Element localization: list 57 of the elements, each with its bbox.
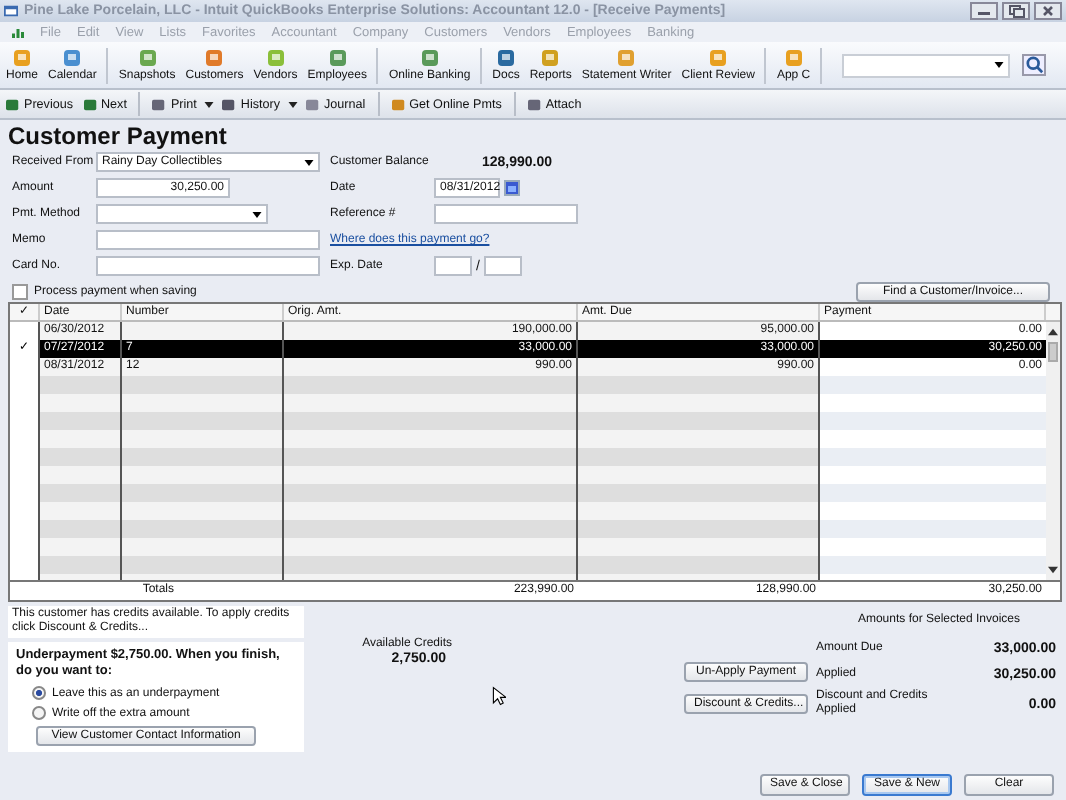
toolbar-icon [265, 48, 286, 68]
scroll-thumb[interactable] [1048, 342, 1058, 362]
table-cell [40, 520, 122, 538]
radio-button[interactable] [32, 686, 46, 700]
dropdown-arrow-icon [994, 62, 1005, 68]
toolbar-icon [391, 97, 406, 111]
minimize-icon[interactable] [970, 2, 998, 20]
toolbar-icon [527, 97, 542, 111]
scrollbar[interactable] [1046, 322, 1060, 580]
radio-button[interactable] [32, 706, 46, 720]
toolbar-icon [496, 48, 516, 68]
table-cell [40, 448, 122, 466]
toolbar-icon [616, 48, 637, 68]
checkbox[interactable] [12, 284, 28, 300]
close-icon[interactable] [1034, 2, 1062, 20]
form-heading: Customer Payment [8, 124, 229, 150]
search-button[interactable] [1022, 54, 1047, 76]
dropdown-arrow-icon[interactable] [204, 101, 215, 107]
table-cell [40, 394, 122, 412]
table-cell [40, 502, 122, 520]
toolbar-icon [137, 48, 158, 68]
toolbar-icon [83, 97, 97, 111]
app-icon [4, 4, 18, 18]
month-field[interactable] [434, 256, 472, 276]
dropdown-arrow-icon[interactable] [288, 101, 298, 107]
table-cell [40, 412, 122, 430]
year-field[interactable] [483, 256, 522, 276]
toolbar-icon [327, 48, 348, 68]
table-cell [40, 376, 122, 394]
table-cell [40, 538, 122, 556]
dropdown-arrow-icon [304, 159, 314, 165]
search-field[interactable] [842, 53, 1011, 77]
memo-field[interactable] [96, 230, 320, 250]
dropdown-arrow-icon [252, 211, 262, 217]
mouse-pointer-icon [492, 686, 506, 706]
toolbar-icon [306, 97, 320, 111]
card-number-field[interactable] [96, 256, 320, 276]
toolbar-icon [62, 48, 83, 68]
restore-icon[interactable] [1002, 2, 1030, 20]
toolbar-icon [222, 97, 237, 111]
chart-icon[interactable] [12, 26, 24, 38]
toolbar-icon [12, 48, 32, 68]
toolbar-icon [204, 48, 225, 68]
toolbar-icon [708, 48, 729, 68]
toolbar-icon [419, 48, 440, 68]
calendar-icon[interactable] [504, 180, 520, 196]
table-cell [40, 466, 122, 484]
toolbar-icon [6, 97, 20, 111]
table-cell [40, 484, 122, 502]
toolbar-icon [152, 97, 167, 111]
scroll-down-icon[interactable] [1048, 566, 1058, 574]
table-cell [40, 556, 122, 574]
scroll-up-icon[interactable] [1048, 328, 1058, 336]
reference-field[interactable] [434, 204, 578, 224]
toolbar-icon [540, 48, 561, 68]
toolbar-icon [783, 48, 804, 68]
table-cell [40, 430, 122, 448]
